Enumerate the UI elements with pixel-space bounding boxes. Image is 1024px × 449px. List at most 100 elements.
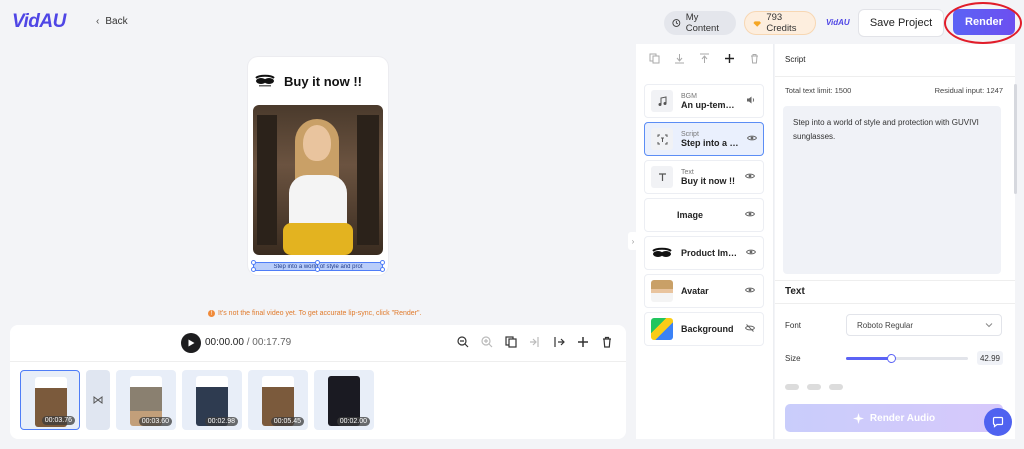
phone-preview[interactable]: Buy it now !! Step into a world of style… <box>248 57 388 275</box>
eye-icon[interactable] <box>745 247 757 259</box>
layer-item-bgm[interactable]: BGM An up-tempo ... <box>644 84 764 118</box>
font-select[interactable]: Roboto Regular <box>846 314 1002 336</box>
faded-label <box>785 384 799 390</box>
layer-category: BGM <box>681 92 697 100</box>
eye-icon[interactable] <box>744 285 757 297</box>
bookshelf-left <box>257 115 277 245</box>
duplicate-icon[interactable] <box>504 335 518 349</box>
bookshelf-right <box>357 115 379 245</box>
split-left-icon[interactable] <box>528 335 542 349</box>
layer-text: Product Image <box>681 248 738 258</box>
render-audio-label: Render Audio <box>869 412 936 424</box>
add-icon[interactable] <box>576 335 590 349</box>
chat-support-button[interactable] <box>984 408 1012 436</box>
scrollbar[interactable] <box>1014 84 1017 194</box>
credits-badge[interactable]: 793 Credits <box>744 11 816 35</box>
layer-category: Script <box>681 130 699 138</box>
timeline-toolbar <box>456 335 614 349</box>
gem-icon <box>753 21 761 27</box>
save-project-button[interactable]: Save Project <box>858 9 944 37</box>
music-icon <box>651 90 673 112</box>
divider <box>775 280 1015 281</box>
play-button[interactable] <box>181 333 201 353</box>
font-label: Font <box>785 321 802 330</box>
eye-off-icon[interactable] <box>744 323 757 335</box>
copy-icon[interactable] <box>648 52 661 65</box>
clip-duration: 00:02.00 <box>336 417 370 426</box>
size-label: Size <box>785 354 801 363</box>
panel-title: Script <box>785 55 806 64</box>
chevron-left-icon: ‹ <box>96 16 100 27</box>
layer-item-background[interactable]: Background <box>644 312 764 346</box>
eye-icon[interactable] <box>746 133 757 145</box>
split-right-icon[interactable] <box>552 335 566 349</box>
vidau-brand-small: VidAU <box>826 18 850 27</box>
time-display: 00:00.00 / 00:17.79 <box>205 337 291 348</box>
size-value[interactable]: 42.99 <box>977 351 1003 365</box>
align-top-icon[interactable] <box>698 52 711 65</box>
background-thumb <box>651 318 673 340</box>
volume-icon[interactable] <box>746 95 757 107</box>
transition-button[interactable] <box>86 370 110 430</box>
faded-label <box>829 384 843 390</box>
script-icon <box>651 128 673 150</box>
timeline-clip[interactable]: 00:03.60 <box>116 370 176 430</box>
timeline-divider <box>10 361 626 362</box>
zoom-out-icon[interactable] <box>456 335 470 349</box>
avatar-face <box>303 125 331 161</box>
timeline-clip[interactable]: 00:05.45 <box>248 370 308 430</box>
clip-duration: 00:03.76 <box>41 416 75 425</box>
layer-item-product-image[interactable]: Product Image <box>644 236 764 270</box>
my-content-button[interactable]: My Content <box>664 11 736 35</box>
transition-icon <box>93 396 103 404</box>
faded-controls <box>785 382 1003 392</box>
eye-icon[interactable] <box>744 209 757 221</box>
resize-handle[interactable] <box>380 267 385 272</box>
preview-title: Buy it now !! <box>284 73 362 89</box>
trash-icon[interactable] <box>600 335 614 349</box>
resize-handle[interactable] <box>315 267 320 272</box>
layer-item-script[interactable]: Script Step into a wo... <box>644 122 764 156</box>
timeline-clip[interactable]: 00:02.98 <box>182 370 242 430</box>
avatar-pants <box>283 223 353 255</box>
preview-header: Buy it now !! <box>254 65 382 97</box>
highlight-ring <box>944 2 1022 44</box>
eye-icon[interactable] <box>744 171 757 183</box>
divider <box>775 303 1015 304</box>
timeline-clip[interactable]: 00:03.76 <box>20 370 80 430</box>
zoom-in-icon[interactable] <box>480 335 494 349</box>
add-layer-icon[interactable] <box>723 52 736 65</box>
avatar-shirt <box>289 175 347 225</box>
layer-item-avatar[interactable]: Avatar <box>644 274 764 308</box>
size-slider[interactable] <box>846 354 968 363</box>
delete-layer-icon[interactable] <box>748 52 761 65</box>
layer-text: Image <box>651 210 737 220</box>
resize-handle[interactable] <box>315 260 320 265</box>
layer-value: Buy it now !! <box>681 175 735 186</box>
layer-text: Text Buy it now !! <box>681 169 737 186</box>
script-textarea[interactable]: Step into a world of style and protectio… <box>783 106 1001 274</box>
resize-handle[interactable] <box>251 260 256 265</box>
align-bottom-icon[interactable] <box>673 52 686 65</box>
total-time: / 00:17.79 <box>246 337 292 348</box>
sparkle-icon <box>852 412 864 424</box>
layer-value: Image <box>677 210 704 220</box>
faded-label <box>807 384 821 390</box>
avatar-video <box>253 105 383 255</box>
residual-input: Residual input: 1247 <box>934 86 1003 95</box>
slider-handle[interactable] <box>887 354 897 363</box>
text-limit-row: Total text limit: 1500 Residual input: 1… <box>785 86 1003 95</box>
layer-item-text[interactable]: Text Buy it now !! <box>644 160 764 194</box>
chevron-down-icon <box>985 323 993 328</box>
layer-item-image[interactable]: Image <box>644 198 764 232</box>
timeline: 00:00.00 / 00:17.79 00:03.76 00:03.60 00… <box>10 325 626 439</box>
layer-value: Background <box>681 324 734 334</box>
render-audio-button[interactable]: Render Audio <box>785 404 1003 432</box>
vidau-logo[interactable]: VidAU <box>12 11 66 33</box>
resize-handle[interactable] <box>251 267 256 272</box>
top-bar: VidAU ‹ Back My Content 793 Credits VidA… <box>0 0 1024 44</box>
back-button[interactable]: ‹ Back <box>96 16 128 27</box>
timeline-clip[interactable]: 00:02.00 <box>314 370 374 430</box>
clock-icon <box>672 19 681 27</box>
resize-handle[interactable] <box>380 260 385 265</box>
